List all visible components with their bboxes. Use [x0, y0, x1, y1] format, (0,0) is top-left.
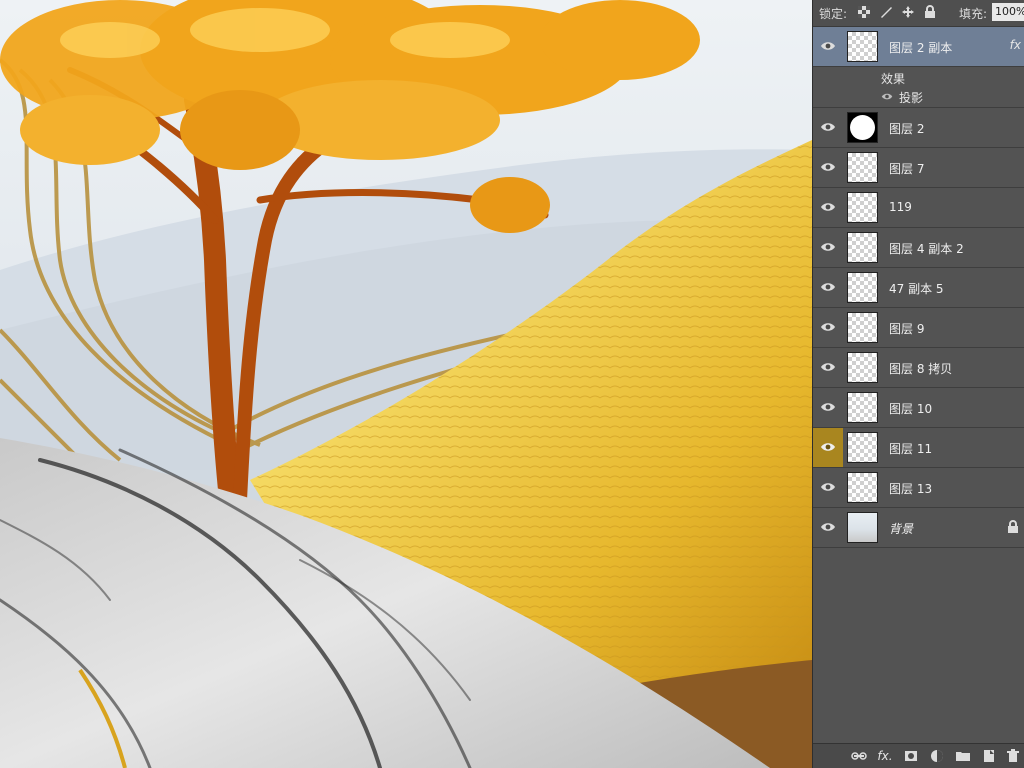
layer-row[interactable]: 图层 13: [813, 468, 1024, 508]
eye-icon: [821, 203, 835, 211]
fill-value-input[interactable]: 100%: [992, 3, 1024, 21]
fill-label: 填充:: [959, 7, 988, 21]
layer-thumbnail: [847, 472, 878, 503]
visibility-toggle[interactable]: [813, 308, 843, 347]
visibility-toggle[interactable]: [813, 27, 843, 66]
visibility-toggle[interactable]: [813, 388, 843, 427]
layer-thumbnail: [847, 512, 878, 543]
visibility-toggle[interactable]: [813, 268, 843, 307]
drop-shadow-effect[interactable]: 投影: [899, 89, 923, 106]
lock-icon: [1008, 520, 1018, 533]
layer-thumbnail: [847, 352, 878, 383]
layer-row[interactable]: 图层 7: [813, 148, 1024, 188]
eye-icon: [821, 283, 835, 291]
visibility-toggle[interactable]: [813, 188, 843, 227]
layer-name: 图层 11: [889, 442, 933, 456]
layers-panel: 锁定: 填充: 100% 图层 2 副本 fx 效果 投影 图层 2 图层 7 …: [812, 0, 1024, 768]
layer-name: 图层 2: [889, 122, 925, 136]
visibility-toggle[interactable]: [813, 108, 843, 147]
lock-brush-icon[interactable]: [879, 5, 893, 19]
visibility-toggle[interactable]: [813, 468, 843, 507]
layer-row[interactable]: 图层 11: [813, 428, 1024, 468]
layer-name: 图层 4 副本 2: [889, 242, 964, 256]
eye-icon: [821, 523, 835, 531]
layer-name: 图层 13: [889, 482, 933, 496]
lock-bar: 锁定: 填充: 100%: [813, 0, 1024, 27]
folder-icon[interactable]: [955, 748, 971, 764]
layer-row[interactable]: 图层 9: [813, 308, 1024, 348]
eye-icon: [821, 363, 835, 371]
trash-icon[interactable]: [1005, 748, 1021, 764]
layer-row[interactable]: 47 副本 5: [813, 268, 1024, 308]
lock-move-icon[interactable]: [901, 5, 915, 19]
eye-icon: [821, 403, 835, 411]
lock-all-icon[interactable]: [923, 5, 937, 19]
layer-row[interactable]: 图层 8 拷贝: [813, 348, 1024, 388]
layer-thumbnail: [847, 152, 878, 183]
layer-name: 图层 9: [889, 322, 925, 336]
eye-icon: [821, 483, 835, 491]
layer-thumbnail: [847, 392, 878, 423]
visibility-toggle[interactable]: [813, 228, 843, 267]
eye-icon: [821, 443, 835, 451]
eye-icon: [821, 42, 835, 50]
link-layers-icon[interactable]: [851, 748, 867, 764]
visibility-toggle[interactable]: [813, 428, 843, 467]
layers-list: 图层 2 副本 fx 效果 投影 图层 2 图层 7 119 图层 4 副本 2…: [813, 27, 1024, 548]
eye-icon[interactable]: [881, 92, 893, 101]
visibility-toggle[interactable]: [813, 508, 843, 547]
mask-icon[interactable]: [903, 748, 919, 764]
canvas-artwork: [0, 0, 812, 768]
eye-icon: [821, 123, 835, 131]
layer-name: 图层 2 副本: [889, 41, 953, 55]
effects-title: 效果: [881, 72, 906, 86]
layer-name: 119: [889, 200, 912, 214]
eye-icon: [821, 323, 835, 331]
layer-row[interactable]: 图层 2 副本 fx: [813, 27, 1024, 67]
layer-thumbnail: [847, 272, 878, 303]
layer-name: 图层 7: [889, 162, 925, 176]
fx-badge[interactable]: fx: [1010, 38, 1021, 52]
eye-icon: [821, 163, 835, 171]
visibility-toggle[interactable]: [813, 148, 843, 187]
layer-row[interactable]: 119: [813, 188, 1024, 228]
layer-thumbnail: [847, 312, 878, 343]
layer-thumbnail: [847, 31, 878, 62]
layers-bottom-bar: fx.: [813, 743, 1024, 768]
eye-icon: [821, 243, 835, 251]
layer-thumbnail: [847, 112, 878, 143]
visibility-toggle[interactable]: [813, 348, 843, 387]
layer-effects: 效果 投影: [813, 67, 1024, 108]
layer-thumbnail: [847, 192, 878, 223]
lock-label: 锁定:: [819, 7, 848, 21]
layer-name: 图层 8 拷贝: [889, 362, 953, 376]
lock-transparent-icon[interactable]: [857, 5, 871, 19]
layer-thumbnail: [847, 432, 878, 463]
new-layer-icon[interactable]: [981, 748, 997, 764]
document-canvas[interactable]: [0, 0, 812, 768]
layer-row-background[interactable]: 背景: [813, 508, 1024, 548]
adjustment-icon[interactable]: [929, 748, 945, 764]
layer-name: 图层 10: [889, 402, 933, 416]
fx-icon[interactable]: fx.: [877, 748, 893, 764]
layer-row[interactable]: 图层 10: [813, 388, 1024, 428]
layer-row[interactable]: 图层 2: [813, 108, 1024, 148]
layer-name: 背景: [889, 522, 914, 536]
layer-name: 47 副本 5: [889, 282, 944, 296]
layer-thumbnail: [847, 232, 878, 263]
layer-row[interactable]: 图层 4 副本 2: [813, 228, 1024, 268]
